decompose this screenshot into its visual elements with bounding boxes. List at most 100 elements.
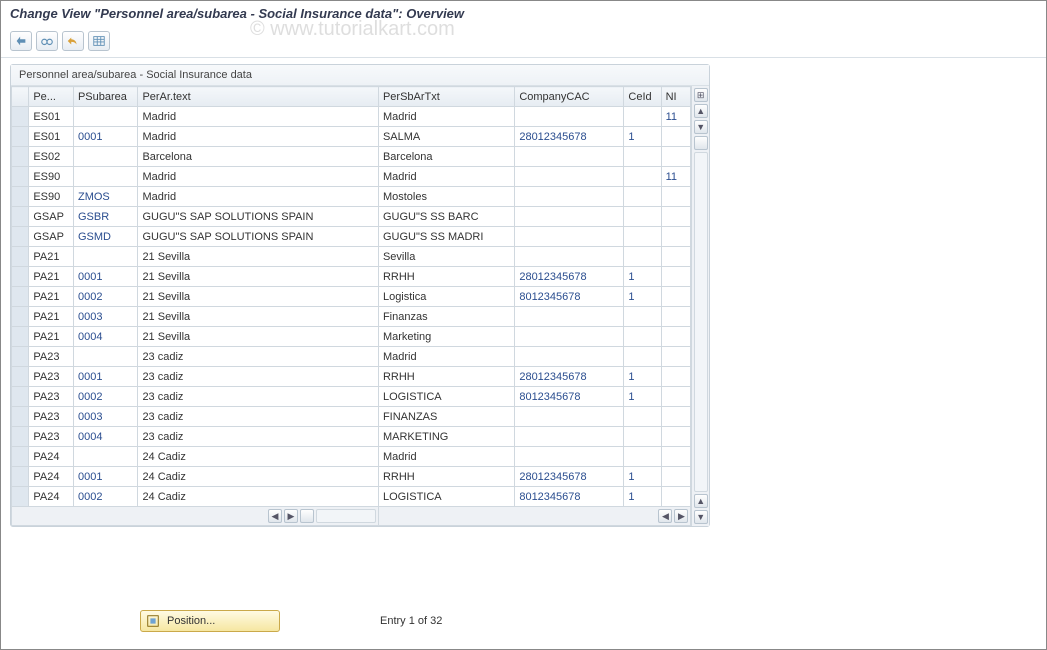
cell-persbartxt[interactable]: Madrid — [378, 167, 514, 187]
cell-companycac[interactable] — [515, 107, 624, 127]
cell-pe[interactable]: PA24 — [29, 447, 74, 467]
cell-ni[interactable] — [661, 247, 691, 267]
hscroll-left-2[interactable]: ◀ — [658, 509, 672, 523]
cell-ceid[interactable] — [624, 247, 661, 267]
cell-ceid[interactable] — [624, 347, 661, 367]
cell-ceid[interactable] — [624, 207, 661, 227]
table-row[interactable]: PA23000223 cadizLOGISTICA80123456781 — [12, 387, 691, 407]
cell-peratext[interactable]: Barcelona — [138, 147, 379, 167]
row-selector[interactable] — [12, 227, 29, 247]
cell-companycac[interactable] — [515, 247, 624, 267]
hscroll-thumb-1[interactable] — [300, 509, 314, 523]
cell-psub[interactable]: 0004 — [73, 427, 137, 447]
cell-companycac[interactable] — [515, 427, 624, 447]
cell-peratext[interactable]: 23 cadiz — [138, 367, 379, 387]
cell-companycac[interactable]: 28012345678 — [515, 367, 624, 387]
table-row[interactable]: PA21000221 SevillaLogistica80123456781 — [12, 287, 691, 307]
cell-pe[interactable]: GSAP — [29, 227, 74, 247]
cell-psub[interactable] — [73, 107, 137, 127]
col-companycac-header[interactable]: CompanyCAC — [515, 87, 624, 107]
cell-psub[interactable]: 0002 — [73, 387, 137, 407]
cell-psub[interactable]: 0001 — [73, 467, 137, 487]
cell-persbartxt[interactable]: LOGISTICA — [378, 387, 514, 407]
col-psub-header[interactable]: PSubarea — [73, 87, 137, 107]
cell-companycac[interactable]: 28012345678 — [515, 267, 624, 287]
hscroll-right-1[interactable]: ▶ — [284, 509, 298, 523]
cell-peratext[interactable]: 24 Cadiz — [138, 467, 379, 487]
cell-ceid[interactable] — [624, 327, 661, 347]
cell-ni[interactable]: 11 — [661, 167, 691, 187]
cell-psub[interactable] — [73, 347, 137, 367]
cell-companycac[interactable] — [515, 307, 624, 327]
cell-companycac[interactable] — [515, 167, 624, 187]
cell-peratext[interactable]: 21 Sevilla — [138, 267, 379, 287]
table-row[interactable]: GSAPGSBRGUGU"S SAP SOLUTIONS SPAINGUGU"S… — [12, 207, 691, 227]
cell-psub[interactable]: 0002 — [73, 287, 137, 307]
cell-persbartxt[interactable]: Barcelona — [378, 147, 514, 167]
cell-ni[interactable] — [661, 487, 691, 507]
cell-psub[interactable] — [73, 167, 137, 187]
hscroll-right-2[interactable]: ▶ — [674, 509, 688, 523]
cell-pe[interactable]: PA23 — [29, 367, 74, 387]
cell-ceid[interactable] — [624, 187, 661, 207]
row-selector[interactable] — [12, 367, 29, 387]
table-row[interactable]: PA21000121 SevillaRRHH280123456781 — [12, 267, 691, 287]
cell-ni[interactable] — [661, 367, 691, 387]
table-row[interactable]: PA2121 SevillaSevilla — [12, 247, 691, 267]
cell-companycac[interactable]: 8012345678 — [515, 487, 624, 507]
cell-peratext[interactable]: 21 Sevilla — [138, 247, 379, 267]
cell-psub[interactable]: 0002 — [73, 487, 137, 507]
cell-pe[interactable]: ES02 — [29, 147, 74, 167]
table-row[interactable]: ES90ZMOSMadridMostoles — [12, 187, 691, 207]
table-row[interactable]: GSAPGSMDGUGU"S SAP SOLUTIONS SPAINGUGU"S… — [12, 227, 691, 247]
vscroll-up[interactable]: ▲ — [694, 104, 708, 118]
cell-psub[interactable] — [73, 247, 137, 267]
cell-pe[interactable]: PA23 — [29, 347, 74, 367]
expand-toggle-button[interactable] — [10, 31, 32, 51]
cell-pe[interactable]: PA21 — [29, 307, 74, 327]
row-selector[interactable] — [12, 487, 29, 507]
position-button[interactable]: Position... — [140, 610, 280, 632]
cell-ceid[interactable] — [624, 447, 661, 467]
cell-pe[interactable]: ES90 — [29, 187, 74, 207]
cell-persbartxt[interactable]: Logistica — [378, 287, 514, 307]
cell-companycac[interactable] — [515, 207, 624, 227]
cell-psub[interactable] — [73, 447, 137, 467]
table-config-button[interactable]: ⊞ — [694, 88, 708, 102]
cell-persbartxt[interactable]: MARKETING — [378, 427, 514, 447]
table-row[interactable]: PA2323 cadizMadrid — [12, 347, 691, 367]
row-selector[interactable] — [12, 127, 29, 147]
cell-peratext[interactable]: Madrid — [138, 127, 379, 147]
display-button[interactable] — [36, 31, 58, 51]
row-selector[interactable] — [12, 287, 29, 307]
cell-pe[interactable]: ES90 — [29, 167, 74, 187]
cell-psub[interactable]: 0001 — [73, 367, 137, 387]
cell-psub[interactable]: 0001 — [73, 127, 137, 147]
cell-persbartxt[interactable]: GUGU"S SS MADRI — [378, 227, 514, 247]
cell-companycac[interactable]: 8012345678 — [515, 287, 624, 307]
row-selector[interactable] — [12, 387, 29, 407]
cell-pe[interactable]: ES01 — [29, 107, 74, 127]
cell-ceid[interactable]: 1 — [624, 127, 661, 147]
cell-ni[interactable] — [661, 447, 691, 467]
cell-persbartxt[interactable]: RRHH — [378, 367, 514, 387]
cell-psub[interactable]: ZMOS — [73, 187, 137, 207]
cell-persbartxt[interactable]: Marketing — [378, 327, 514, 347]
table-row[interactable]: PA24000224 CadizLOGISTICA80123456781 — [12, 487, 691, 507]
cell-psub[interactable]: 0003 — [73, 307, 137, 327]
table-row[interactable]: PA21000421 SevillaMarketing — [12, 327, 691, 347]
vscroll-down-2[interactable]: ▼ — [694, 510, 708, 524]
cell-pe[interactable]: PA23 — [29, 407, 74, 427]
vscroll-thumb[interactable] — [694, 136, 708, 150]
cell-ni[interactable] — [661, 207, 691, 227]
cell-companycac[interactable]: 28012345678 — [515, 467, 624, 487]
col-peratext-header[interactable]: PerAr.text — [138, 87, 379, 107]
col-ni-header[interactable]: NI — [661, 87, 691, 107]
row-selector[interactable] — [12, 107, 29, 127]
row-selector[interactable] — [12, 187, 29, 207]
cell-peratext[interactable]: Madrid — [138, 167, 379, 187]
cell-pe[interactable]: ES01 — [29, 127, 74, 147]
cell-ceid[interactable] — [624, 307, 661, 327]
cell-ni[interactable] — [661, 467, 691, 487]
cell-ni[interactable]: 11 — [661, 107, 691, 127]
